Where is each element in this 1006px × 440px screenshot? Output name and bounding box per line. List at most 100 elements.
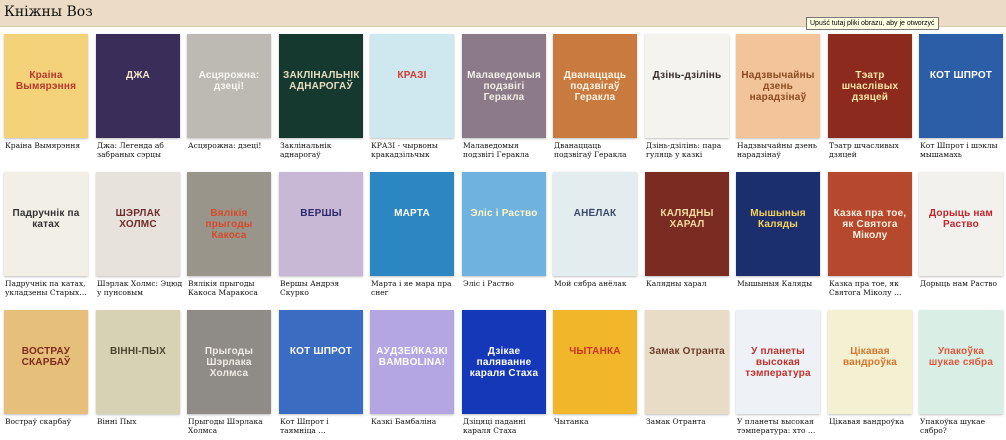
book-cover-image[interactable]: КОТ ШПРОТ (279, 310, 363, 414)
book-card[interactable]: Дванаццаць подзвігаў Геракла Дванаццаць п… (549, 34, 641, 159)
book-title[interactable]: Вершы Андрэя Скурко (280, 279, 366, 297)
book-card[interactable]: ВОСТРАЎ СКАРБАЎ Востраў скарбаў (0, 310, 92, 435)
book-cover-image[interactable]: АНЁЛАК (553, 172, 637, 276)
book-cover-image[interactable]: Упакоўка шукае сябра (919, 310, 1003, 414)
book-card[interactable]: КОТ ШПРОТ Кот Шпрот і шэклы мышамахь (915, 34, 1006, 159)
book-title[interactable]: Мышыныя Каляды (737, 279, 823, 288)
book-card[interactable]: АНЁЛАК Мой сябра анёлак (549, 172, 641, 297)
book-cover-image[interactable]: ВІННІ-ПЫХ (96, 310, 180, 414)
book-title[interactable]: Востраў скарбаў (5, 417, 91, 426)
book-card[interactable]: Эліс і Раство Эліс і Раство (458, 172, 550, 297)
book-cover-image[interactable]: Мышыныя Каляды (736, 172, 820, 276)
book-title[interactable]: КРАЗІ - чырвоны кракадзільчык (371, 141, 457, 159)
book-cover-image[interactable]: КОТ ШПРОТ (919, 34, 1003, 138)
book-card[interactable]: ЧЫТАНКА Чытанка (549, 310, 641, 435)
book-title[interactable]: Казкі Бамбаліна (371, 417, 457, 426)
book-cover-image[interactable]: Дванаццаць подзвігаў Геракла (553, 34, 637, 138)
book-title[interactable]: Вінні Пых (97, 417, 183, 426)
book-title[interactable]: Цікавая вандроўка (829, 417, 915, 426)
book-card[interactable]: Дорыць нам Раство Дорыць нам Раство (915, 172, 1006, 297)
book-cover-image[interactable]: Падручнік па катах (4, 172, 88, 276)
book-cover-image[interactable]: КРАЗІ (370, 34, 454, 138)
book-cover-image[interactable]: Вялікія прыгоды Какоса Маракоса (187, 172, 271, 276)
book-card[interactable]: Прыгоды Шэрлака Холмса Прыгоды Шэрлака Хо… (183, 310, 275, 435)
book-card[interactable]: КОТ ШПРОТ Кот Шпрот і таямніца … (275, 310, 367, 435)
book-title[interactable]: Прыгоды Шэрлака Холмса (188, 417, 274, 435)
book-title[interactable]: Дванаццаць подзвігаў Геракла (554, 141, 640, 159)
book-cover-image[interactable]: Краіна Вымярэння (4, 34, 88, 138)
book-card[interactable]: Малаведомыя подзвігі Геракла Малаведомыя … (458, 34, 550, 159)
book-cover-image[interactable]: Асцярожна: дзеці! (187, 34, 271, 138)
book-card[interactable]: Надзвычайны дзень нарадзінаў Надзвычайны … (732, 34, 824, 159)
book-card[interactable]: КРАЗІ КРАЗІ - чырвоны кракадзільчык (366, 34, 458, 159)
book-cover-image[interactable]: МАРТА (370, 172, 454, 276)
book-title[interactable]: Падручнік па катах, укладзены Старых… (5, 279, 91, 297)
book-cover-image[interactable]: У планеты высокая тэмпература (736, 310, 820, 414)
book-card[interactable]: ДЖА Джа: Легенда аб забраных сэрцы (92, 34, 184, 159)
book-title[interactable]: Марта і яе мара пра снег (371, 279, 457, 297)
book-card[interactable]: ШЭРЛАК ХОЛМС Шэрлак Холмс: Эцюд у пунсовы… (92, 172, 184, 297)
book-cover-image[interactable]: ШЭРЛАК ХОЛМС (96, 172, 180, 276)
book-card[interactable]: Краіна Вымярэння Краіна Вымярэння (0, 34, 92, 159)
book-card[interactable]: Упакоўка шукае сябра Упакоўка шукае сябро… (915, 310, 1006, 435)
book-cover-image[interactable]: ВЕРШЫ (279, 172, 363, 276)
book-card[interactable]: Дзінь-дзілінь Дзінь-дзілінь: пара гуляць … (641, 34, 733, 159)
book-cover-image[interactable]: ЗАКЛІНАЛЬНІК АДНАРОГАЎ (279, 34, 363, 138)
book-cover-image[interactable]: ЧЫТАНКА (553, 310, 637, 414)
book-title[interactable]: Калядны харал (646, 279, 732, 288)
book-cover-image[interactable]: КАЛЯДНЫ ХАРАЛ (645, 172, 729, 276)
book-cover-image[interactable]: АЎДЗЕЙКАЗКІ BAMBOLINA! (370, 310, 454, 414)
book-card[interactable]: АЎДЗЕЙКАЗКІ BAMBOLINA! Казкі Бамбаліна (366, 310, 458, 435)
book-title[interactable]: Шэрлак Холмс: Эцюд у пунсовым (97, 279, 183, 297)
book-title[interactable]: Надзвычайны дзень нарадзінаў (737, 141, 823, 159)
book-title[interactable]: Казка пра тое, як Святога Міколу … (829, 279, 915, 297)
book-cover-image[interactable]: ВОСТРАЎ СКАРБАЎ (4, 310, 88, 414)
book-cover-image[interactable]: Дзінь-дзілінь (645, 34, 729, 138)
book-card[interactable]: Асцярожна: дзеці! Асцярожна: дзеці! (183, 34, 275, 159)
book-card[interactable]: ВЕРШЫ Вершы Андрэя Скурко (275, 172, 367, 297)
book-card[interactable]: Падручнік па катах Падручнік па катах, ук… (0, 172, 92, 297)
book-cover-image[interactable]: Тэатр шчаслівых дзяцей (828, 34, 912, 138)
book-card[interactable]: Тэатр шчаслівых дзяцей Тэатр шчасливых дз… (824, 34, 916, 159)
book-cover-image[interactable]: Замак Отранта (645, 310, 729, 414)
book-card[interactable]: Вялікія прыгоды Какоса Маракоса Вялікія п… (183, 172, 275, 297)
book-card[interactable]: Дзікае паляванне караля Стаха Дзіцяці пад… (458, 310, 550, 435)
book-cover-image[interactable]: Казка пра тое, як Святога Міколу (828, 172, 912, 276)
book-cover-text: АЎДЗЕЙКАЗКІ BAMBOLINA! (376, 346, 448, 368)
book-title[interactable]: Дорыць нам Раство (920, 279, 1006, 288)
book-title[interactable]: Краіна Вымярэння (5, 141, 91, 150)
book-title[interactable]: Заклінальнік аднарогаў (280, 141, 366, 159)
book-title[interactable]: Кот Шпрот і таямніца … (280, 417, 366, 435)
book-title[interactable]: Вялікія прыгоды Какоса Маракоса (188, 279, 274, 297)
book-cover-image[interactable]: Прыгоды Шэрлака Холмса (187, 310, 271, 414)
book-card[interactable]: Казка пра тое, як Святога Міколу Казка пр… (824, 172, 916, 297)
book-title[interactable]: Малаведомыя подзвігі Геракла (463, 141, 549, 159)
book-card[interactable]: Цікавая вандроўка Цікавая вандроўка (824, 310, 916, 435)
book-cover-image[interactable]: Дорыць нам Раство (919, 172, 1003, 276)
book-title[interactable]: Чытанка (554, 417, 640, 426)
book-title[interactable]: Эліс і Раство (463, 279, 549, 288)
book-cover-image[interactable]: Цікавая вандроўка (828, 310, 912, 414)
book-card[interactable]: ВІННІ-ПЫХ Вінні Пых (92, 310, 184, 435)
book-card[interactable]: Замак Отранта Замак Отранта (641, 310, 733, 435)
book-title[interactable]: Дзіцяці паданні караля Стаха (463, 417, 549, 435)
book-cover-image[interactable]: Дзікае паляванне караля Стаха (462, 310, 546, 414)
book-card[interactable]: ЗАКЛІНАЛЬНІК АДНАРОГАЎ Заклінальнік аднар… (275, 34, 367, 159)
book-card[interactable]: Мышыныя Каляды Мышыныя Каляды (732, 172, 824, 297)
book-title[interactable]: У планеты высокая тэмпература: хто … (737, 417, 823, 435)
book-cover-image[interactable]: Эліс і Раство (462, 172, 546, 276)
book-card[interactable]: МАРТА Марта і яе мара пра снег (366, 172, 458, 297)
book-title[interactable]: Мой сябра анёлак (554, 279, 640, 288)
book-title[interactable]: Кот Шпрот і шэклы мышамахь (920, 141, 1006, 159)
book-card[interactable]: КАЛЯДНЫ ХАРАЛ Калядны харал (641, 172, 733, 297)
book-cover-image[interactable]: ДЖА (96, 34, 180, 138)
book-cover-image[interactable]: Малаведомыя подзвігі Геракла (462, 34, 546, 138)
book-title[interactable]: Асцярожна: дзеці! (188, 141, 274, 150)
book-title[interactable]: Джа: Легенда аб забраных сэрцы (97, 141, 183, 159)
book-title[interactable]: Упакоўка шукае сябро? (920, 417, 1006, 435)
book-card[interactable]: У планеты высокая тэмпература У планеты в… (732, 310, 824, 435)
book-cover-image[interactable]: Надзвычайны дзень нарадзінаў (736, 34, 820, 138)
book-title[interactable]: Тэатр шчасливых дзяцей (829, 141, 915, 159)
book-title[interactable]: Дзінь-дзілінь: пара гуляць у казкі (646, 141, 732, 159)
book-title[interactable]: Замак Отранта (646, 417, 732, 426)
